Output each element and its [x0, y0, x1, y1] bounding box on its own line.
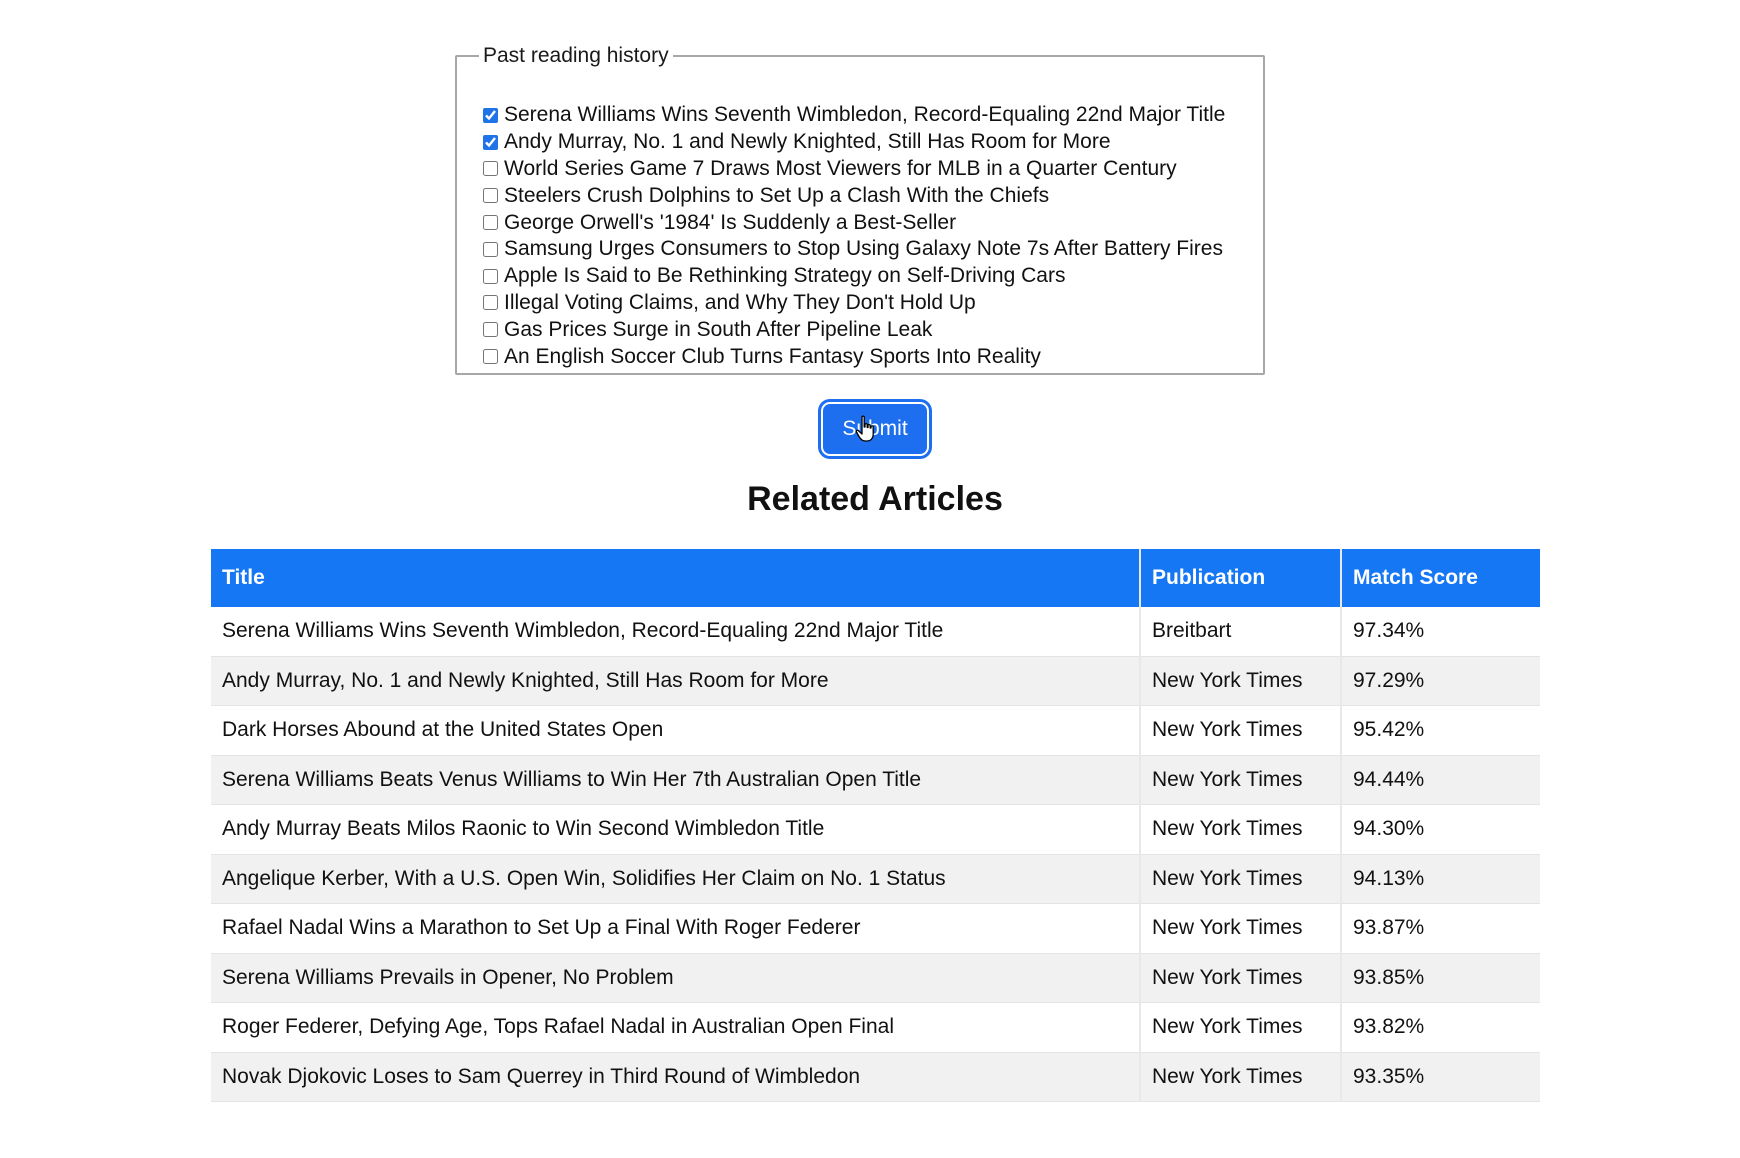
column-header-publication[interactable]: Publication — [1140, 549, 1342, 607]
reading-history-legend: Past reading history — [483, 44, 669, 67]
hand-cursor-icon — [855, 415, 874, 442]
history-item-label: World Series Game 7 Draws Most Viewers f… — [504, 156, 1177, 180]
history-item[interactable]: Apple Is Said to Be Rethinking Strategy … — [483, 263, 1263, 290]
reading-history-list: Serena Williams Wins Seventh Wimbledon, … — [483, 102, 1263, 370]
related-articles-table: Title Publication Match Score Serena Wil… — [211, 549, 1540, 1102]
article-title-cell: Rafael Nadal Wins a Marathon to Set Up a… — [211, 903, 1141, 954]
history-item-label: Gas Prices Surge in South After Pipeline… — [504, 317, 933, 341]
publication-cell: New York Times — [1140, 903, 1342, 954]
history-item[interactable]: World Series Game 7 Draws Most Viewers f… — [483, 156, 1263, 183]
history-checkbox[interactable] — [483, 241, 498, 257]
column-header-match-score[interactable]: Match Score — [1341, 549, 1540, 607]
publication-cell: New York Times — [1140, 1002, 1342, 1053]
history-item-label: Apple Is Said to Be Rethinking Strategy … — [504, 264, 1066, 288]
match-score-cell: 93.35% — [1341, 1052, 1540, 1102]
article-title-cell: Serena Williams Beats Venus Williams to … — [211, 755, 1141, 805]
table-row: Serena Williams Beats Venus Williams to … — [211, 755, 1540, 805]
table-row: Andy Murray, No. 1 and Newly Knighted, S… — [211, 656, 1540, 706]
history-item[interactable]: Gas Prices Surge in South After Pipeline… — [483, 316, 1263, 343]
related-articles-body: Serena Williams Wins Seventh Wimbledon, … — [211, 607, 1540, 1102]
table-row: Roger Federer, Defying Age, Tops Rafael … — [211, 1002, 1540, 1053]
article-title-cell: Dark Horses Abound at the United States … — [211, 705, 1141, 756]
history-checkbox[interactable] — [483, 134, 498, 150]
table-header-row: Title Publication Match Score — [211, 549, 1540, 607]
match-score-cell: 97.29% — [1341, 656, 1540, 706]
history-item[interactable]: Steelers Crush Dolphins to Set Up a Clas… — [483, 182, 1263, 209]
article-title-cell: Serena Williams Prevails in Opener, No P… — [211, 953, 1141, 1003]
table-row: Serena Williams Wins Seventh Wimbledon, … — [211, 607, 1540, 657]
match-score-cell: 93.85% — [1341, 953, 1540, 1003]
article-title-cell: Angelique Kerber, With a U.S. Open Win, … — [211, 854, 1141, 904]
match-score-cell: 93.82% — [1341, 1002, 1540, 1053]
publication-cell: New York Times — [1140, 755, 1342, 805]
article-title-cell: Andy Murray, No. 1 and Newly Knighted, S… — [211, 656, 1141, 706]
history-item-label: Andy Murray, No. 1 and Newly Knighted, S… — [504, 130, 1111, 154]
history-item-label: Samsung Urges Consumers to Stop Using Ga… — [504, 237, 1223, 261]
match-score-cell: 94.30% — [1341, 804, 1540, 855]
history-item[interactable]: Serena Williams Wins Seventh Wimbledon, … — [483, 102, 1263, 129]
publication-cell: Breitbart — [1140, 607, 1342, 657]
history-item-label: George Orwell's '1984' Is Suddenly a Bes… — [504, 210, 957, 234]
history-item-label: Steelers Crush Dolphins to Set Up a Clas… — [504, 183, 1050, 207]
history-item-label: An English Soccer Club Turns Fantasy Spo… — [504, 344, 1041, 368]
match-score-cell: 95.42% — [1341, 705, 1540, 756]
history-checkbox[interactable] — [483, 107, 498, 123]
article-title-cell: Serena Williams Wins Seventh Wimbledon, … — [211, 607, 1141, 657]
table-row: Andy Murray Beats Milos Raonic to Win Se… — [211, 804, 1540, 855]
publication-cell: New York Times — [1140, 854, 1342, 904]
history-checkbox[interactable] — [483, 295, 498, 311]
publication-cell: New York Times — [1140, 1052, 1342, 1102]
history-checkbox[interactable] — [483, 188, 498, 204]
table-row: Dark Horses Abound at the United States … — [211, 705, 1540, 756]
publication-cell: New York Times — [1140, 656, 1342, 706]
table-row: Serena Williams Prevails in Opener, No P… — [211, 953, 1540, 1003]
table-row: Novak Djokovic Loses to Sam Querrey in T… — [211, 1052, 1540, 1102]
publication-cell: New York Times — [1140, 705, 1342, 756]
match-score-cell: 94.13% — [1341, 854, 1540, 904]
article-title-cell: Roger Federer, Defying Age, Tops Rafael … — [211, 1002, 1141, 1053]
history-item[interactable]: Illegal Voting Claims, and Why They Don'… — [483, 290, 1263, 317]
match-score-cell: 93.87% — [1341, 903, 1540, 954]
history-item-label: Serena Williams Wins Seventh Wimbledon, … — [504, 103, 1226, 127]
history-checkbox[interactable] — [483, 161, 498, 177]
history-item[interactable]: George Orwell's '1984' Is Suddenly a Bes… — [483, 209, 1263, 236]
publication-cell: New York Times — [1140, 804, 1342, 855]
history-checkbox[interactable] — [483, 268, 498, 284]
publication-cell: New York Times — [1140, 953, 1342, 1003]
column-header-title[interactable]: Title — [211, 549, 1141, 607]
article-title-cell: Andy Murray Beats Milos Raonic to Win Se… — [211, 804, 1141, 855]
match-score-cell: 94.44% — [1341, 755, 1540, 805]
history-checkbox[interactable] — [483, 215, 498, 231]
match-score-cell: 97.34% — [1341, 607, 1540, 657]
history-checkbox[interactable] — [483, 349, 498, 365]
table-row: Angelique Kerber, With a U.S. Open Win, … — [211, 854, 1540, 904]
history-item[interactable]: Andy Murray, No. 1 and Newly Knighted, S… — [483, 129, 1263, 156]
page: Past reading history Serena Williams Win… — [0, 0, 1740, 1158]
article-title-cell: Novak Djokovic Loses to Sam Querrey in T… — [211, 1052, 1141, 1102]
related-articles-heading: Related Articles — [747, 480, 1003, 518]
history-checkbox[interactable] — [483, 322, 498, 338]
history-item[interactable]: An English Soccer Club Turns Fantasy Spo… — [483, 343, 1263, 370]
history-item-label: Illegal Voting Claims, and Why They Don'… — [504, 290, 976, 314]
reading-history-fieldset: Past reading history Serena Williams Win… — [455, 44, 1265, 375]
table-row: Rafael Nadal Wins a Marathon to Set Up a… — [211, 903, 1540, 954]
history-item[interactable]: Samsung Urges Consumers to Stop Using Ga… — [483, 236, 1263, 263]
